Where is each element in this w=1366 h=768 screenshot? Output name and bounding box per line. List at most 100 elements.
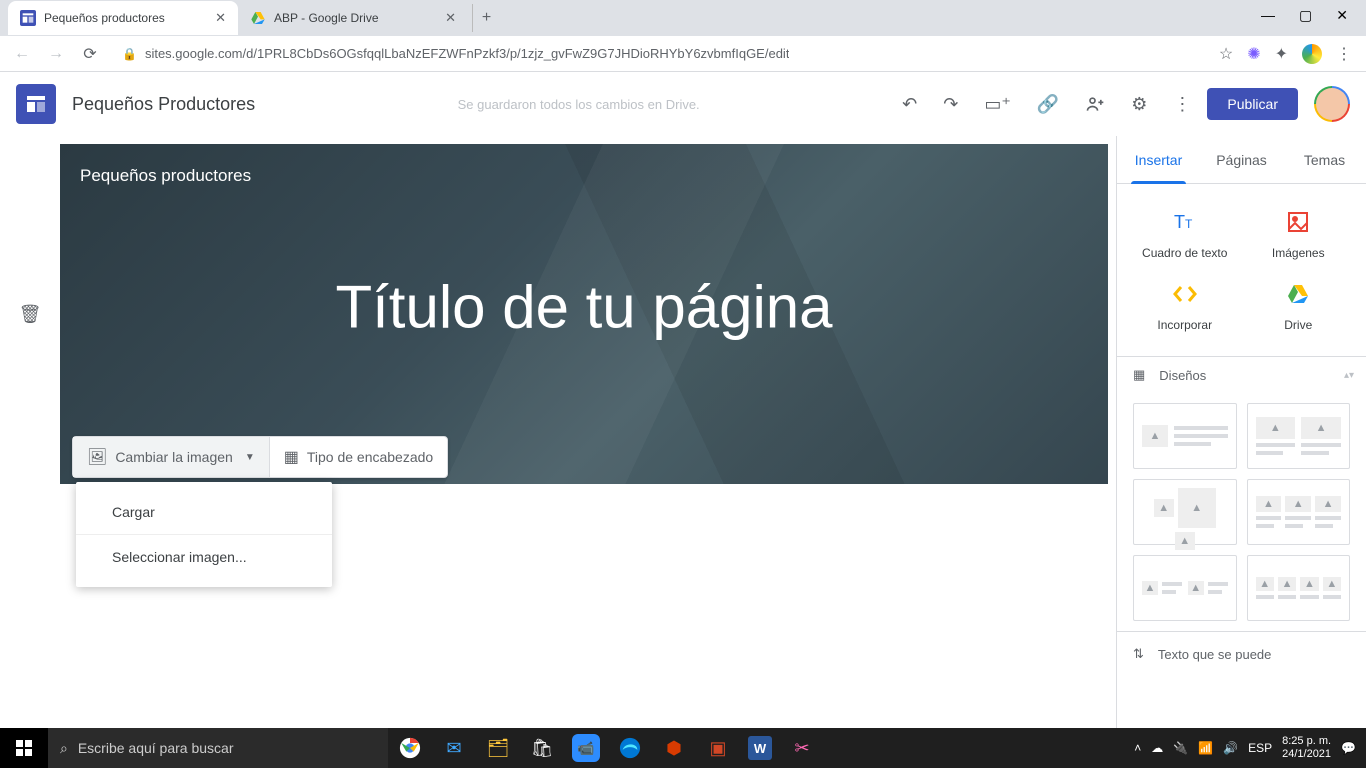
app-toolbar: Pequeños Productores Se guardaron todos … [0,72,1366,136]
extension-icon[interactable]: ✺ [1247,44,1260,64]
layout-3[interactable]: ▲ ▲ ▲ [1133,479,1237,545]
collapsible-text-row[interactable]: ⇅ Texto que se puede [1117,631,1366,676]
change-image-menu: Cargar Seleccionar imagen... [76,482,332,587]
profile-icon[interactable] [1302,44,1322,64]
header-toolbar: 🖼 Cambiar la imagen ▼ ▦ Tipo de encabeza… [72,436,448,478]
delete-section-icon[interactable]: 🗑 [19,304,42,728]
snip-icon[interactable]: ✂ [780,728,824,768]
link-icon[interactable]: 🔗 [1037,94,1059,115]
back-button[interactable]: ← [8,40,36,68]
image-icon: 🖼 [87,447,107,467]
page-title[interactable]: Título de tu página [335,273,832,342]
language-indicator[interactable]: ESP [1248,741,1272,755]
mail-icon[interactable]: ✉ [432,728,476,768]
minimize-button[interactable]: — [1261,7,1275,23]
textbox-icon: TT [1171,208,1199,236]
insert-drive[interactable]: Drive [1247,280,1351,332]
address-bar: ← → ⟳ 🔒 sites.google.com/d/1PRL8CbDs6OGs… [0,36,1366,72]
layout-2[interactable]: ▲ ▲ [1247,403,1351,469]
insert-embed[interactable]: Incorporar [1133,280,1237,332]
site-name[interactable]: Pequeños productores [80,166,251,186]
close-icon[interactable]: ✕ [445,10,456,26]
undo-icon[interactable]: ↶ [902,94,917,115]
layouts-grid: ▲ ▲ ▲ ▲ ▲ ▲ ▲ ▲ ▲ ▲ ▲ ▲ ▲ [1117,393,1366,631]
collapse-icon[interactable]: ▴▾ [1344,370,1354,381]
office-icon[interactable]: ⬢ [652,728,696,768]
clock-date: 24/1/2021 [1282,748,1331,761]
header-section[interactable]: Pequeños productores Título de tu página [60,144,1108,484]
maximize-button[interactable]: ▢ [1299,7,1312,24]
header-type-button[interactable]: ▦ Tipo de encabezado [270,437,447,477]
clock[interactable]: 8:25 p. m. 24/1/2021 [1282,735,1331,761]
battery-icon[interactable]: 🔌 [1173,741,1188,755]
url-text: sites.google.com/d/1PRL8CbDs6OGsfqqlLbaN… [145,46,789,61]
layouts-header[interactable]: ▦ Diseños ▴▾ [1117,356,1366,393]
layout-5[interactable]: ▲ ▲ [1133,555,1237,621]
change-image-button[interactable]: 🖼 Cambiar la imagen ▼ [73,437,270,477]
tab-pages[interactable]: Páginas [1200,136,1283,183]
word-icon[interactable]: W [748,736,772,760]
url-field[interactable]: 🔒 sites.google.com/d/1PRL8CbDs6OGsfqqlLb… [110,40,1207,68]
tab-insert[interactable]: Insertar [1117,136,1200,183]
menu-icon[interactable]: ⋮ [1336,44,1352,64]
chevron-down-icon: ▼ [245,452,255,463]
publish-button[interactable]: Publicar [1207,88,1298,120]
forward-button[interactable]: → [42,40,70,68]
redo-icon[interactable]: ↷ [943,94,958,115]
document-title[interactable]: Pequeños Productores [72,94,255,115]
extensions-icon[interactable]: ✦ [1275,44,1288,64]
reload-button[interactable]: ⟳ [76,40,104,68]
collapsible-icon: ⇅ [1133,646,1144,662]
close-icon[interactable]: ✕ [215,10,226,26]
preview-icon[interactable]: ▭⁺ [984,94,1011,115]
right-sidebar: Insertar Páginas Temas TT Cuadro de text… [1116,136,1366,728]
tab-themes[interactable]: Temas [1283,136,1366,183]
onedrive-icon[interactable]: ☁ [1151,741,1163,755]
powerpoint-icon[interactable]: ▣ [696,728,740,768]
volume-icon[interactable]: 🔊 [1223,741,1238,755]
edge-icon[interactable] [608,728,652,768]
change-image-label: Cambiar la imagen [115,449,233,465]
explorer-icon[interactable]: 🗂 [476,728,520,768]
new-tab-button[interactable]: + [472,4,500,32]
insert-textbox-label: Cuadro de texto [1142,246,1227,260]
browser-tab-bar: Pequeños productores ✕ ABP - Google Driv… [0,0,1366,36]
browser-tab[interactable]: ABP - Google Drive ✕ [238,1,468,35]
taskbar-search[interactable]: ⌕ Escribe aquí para buscar [48,728,388,768]
select-image-option[interactable]: Seleccionar imagen... [76,535,332,579]
svg-text:T: T [1185,217,1193,231]
close-window-button[interactable]: ✕ [1336,7,1348,24]
insert-textbox[interactable]: TT Cuadro de texto [1133,208,1237,260]
share-icon[interactable] [1085,94,1105,114]
browser-tab-active[interactable]: Pequeños productores ✕ [8,1,238,35]
insert-images[interactable]: Imágenes [1247,208,1351,260]
layout-6[interactable]: ▲ ▲ ▲ ▲ [1247,555,1351,621]
chrome-icon[interactable] [388,728,432,768]
system-tray: ˄ ☁ 🔌 📶 🔊 ESP 8:25 p. m. 24/1/2021 💬 [1124,735,1366,761]
store-icon[interactable]: 🛍 [520,728,564,768]
sites-logo[interactable] [16,84,56,124]
layout-4[interactable]: ▲ ▲ ▲ [1247,479,1351,545]
zoom-icon[interactable]: 📹 [572,734,600,762]
layout-1[interactable]: ▲ [1133,403,1237,469]
star-icon[interactable]: ☆ [1219,44,1233,64]
settings-icon[interactable]: ⚙ [1131,94,1147,115]
tab-title: Pequeños productores [44,11,207,25]
tray-chevron-icon[interactable]: ˄ [1134,741,1141,755]
account-avatar[interactable] [1314,86,1350,122]
embed-icon [1171,280,1199,308]
upload-option[interactable]: Cargar [76,490,332,535]
start-button[interactable] [0,728,48,768]
page-canvas[interactable]: Pequeños productores Título de tu página… [60,144,1108,728]
more-icon[interactable]: ⋮ [1173,94,1191,115]
main-area: 🗑 Pequeños productores Título de tu pági… [0,136,1366,728]
drive-icon [1284,280,1312,308]
lock-icon: 🔒 [122,47,137,61]
windows-taskbar: ⌕ Escribe aquí para buscar ✉ 🗂 🛍 📹 ⬢ ▣ W… [0,728,1366,768]
notifications-icon[interactable]: 💬 [1341,741,1356,755]
insert-embed-label: Incorporar [1157,318,1212,332]
layouts-label: Diseños [1159,368,1206,383]
wifi-icon[interactable]: 📶 [1198,741,1213,755]
sidebar-tabs: Insertar Páginas Temas [1117,136,1366,184]
header-type-label: Tipo de encabezado [307,449,433,465]
